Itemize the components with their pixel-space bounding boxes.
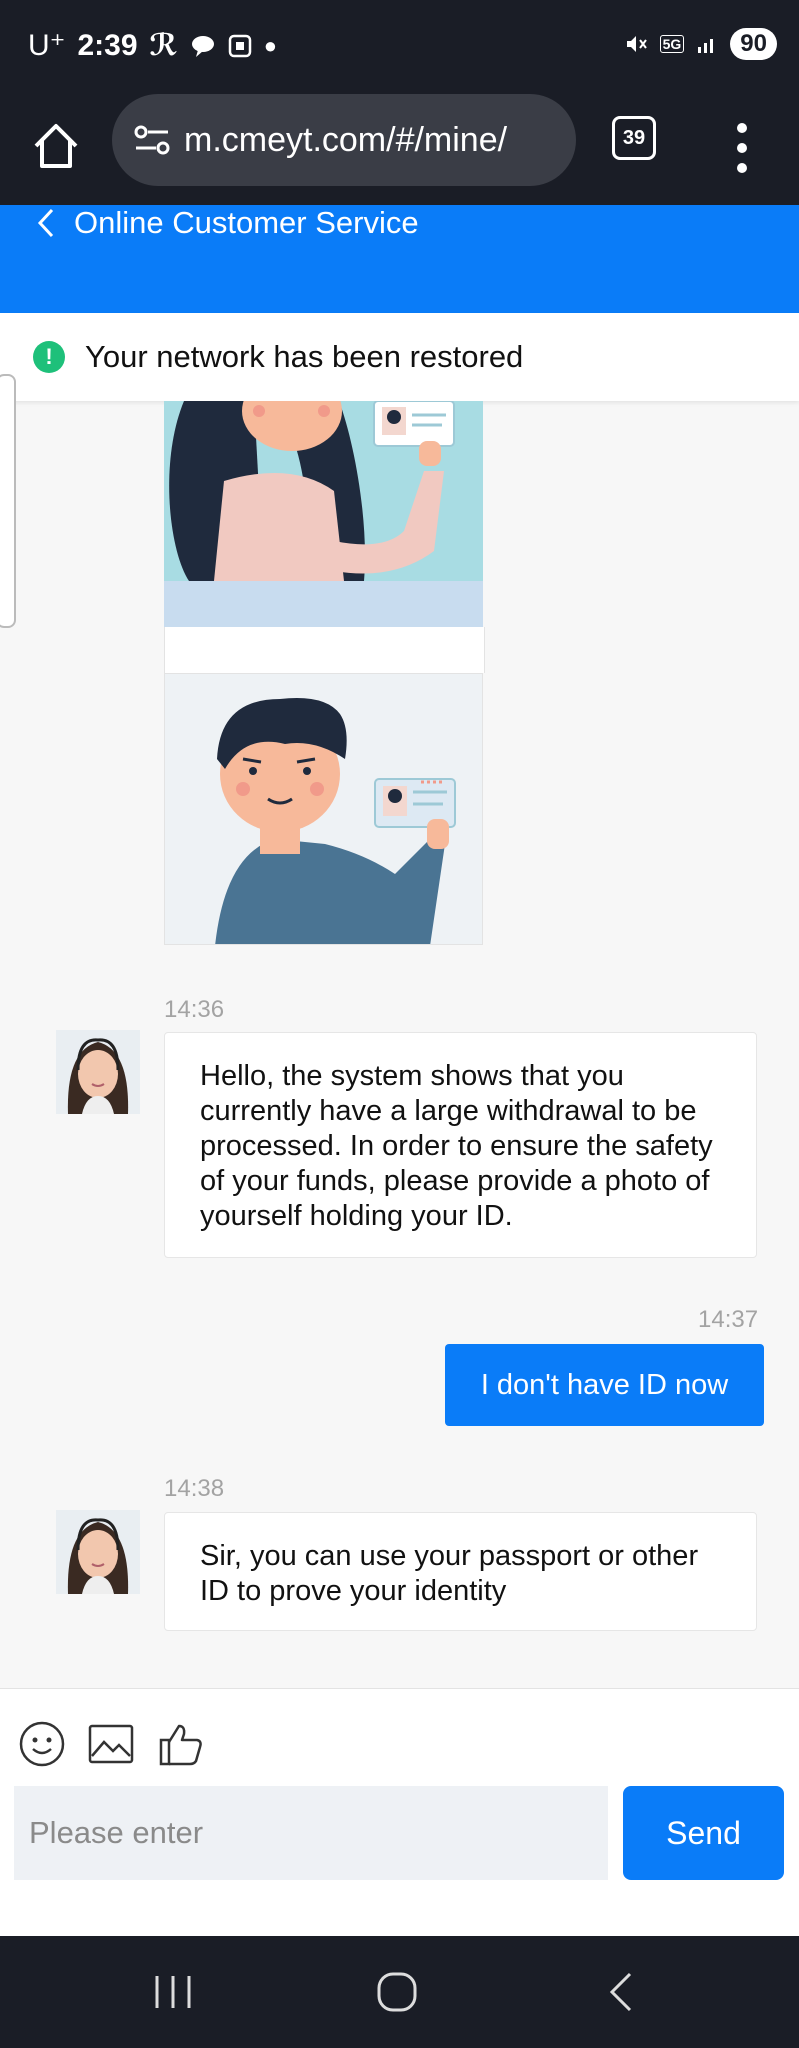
incoming-message-bubble: Sir, you can use your passport or other …: [164, 1512, 757, 1631]
man-illustration: [165, 674, 482, 944]
image-icon[interactable]: [87, 1720, 135, 1768]
status-right: 5G 90: [624, 28, 777, 60]
app-header: Online Customer Service: [0, 205, 799, 313]
recent-apps-icon[interactable]: [143, 1966, 203, 2018]
more-menu-icon[interactable]: [730, 118, 754, 178]
message-text: I don't have ID now: [480, 1368, 729, 1401]
tab-switcher-button[interactable]: 39: [612, 116, 656, 160]
image-caption-band: [164, 581, 483, 627]
message-text: Hello, the system shows that you current…: [200, 1060, 713, 1232]
smiley-icon[interactable]: [18, 1720, 66, 1768]
status-bar: U⁺ 2:39 ℛ ● 5G 90: [0, 0, 799, 100]
back-nav-icon[interactable]: [592, 1966, 652, 2018]
notification-icon: ℛ: [149, 29, 178, 62]
signal-icon: [698, 39, 714, 53]
message-timestamp: 14:37: [698, 1306, 759, 1333]
side-panel-handle[interactable]: [0, 374, 16, 628]
url-text: m.cmeyt.com/#/mine/: [184, 120, 508, 159]
success-icon: !: [33, 341, 65, 373]
browser-toolbar: m.cmeyt.com/#/mine/ 39: [0, 94, 799, 205]
image-spacer: [164, 627, 485, 673]
battery-level: 90: [730, 28, 777, 60]
clock: 2:39: [77, 28, 138, 62]
status-left: U⁺ 2:39 ℛ ●: [28, 28, 277, 63]
screenshot-icon: [228, 34, 251, 57]
message-text: Sir, you can use your passport or other …: [200, 1540, 699, 1607]
agent-portrait-icon: [56, 1510, 140, 1594]
network-banner-text: Your network has been restored: [85, 339, 524, 374]
carrier-label: U⁺: [28, 29, 66, 62]
incoming-message-bubble: Hello, the system shows that you current…: [164, 1032, 757, 1258]
network-restored-banner: ! Your network has been restored: [0, 313, 799, 401]
agent-portrait-icon: [56, 1030, 140, 1114]
chat-image-man-holding-id[interactable]: [164, 673, 483, 945]
home-icon[interactable]: [28, 118, 84, 174]
thumbs-up-icon[interactable]: [157, 1720, 205, 1768]
url-bar[interactable]: m.cmeyt.com/#/mine/: [112, 94, 576, 186]
agent-avatar: [56, 1510, 140, 1594]
agent-avatar: [56, 1030, 140, 1114]
home-nav-icon[interactable]: [367, 1966, 427, 2018]
send-button[interactable]: Send: [623, 1786, 784, 1880]
page-title: Online Customer Service: [74, 205, 419, 240]
dot-indicator: ●: [263, 32, 277, 58]
message-input[interactable]: [14, 1786, 608, 1880]
message-timestamp: 14:38: [164, 1475, 225, 1502]
message-timestamp: 14:36: [164, 996, 225, 1023]
back-button[interactable]: Online Customer Service: [36, 205, 419, 241]
system-navigation-bar: [0, 1936, 799, 2048]
chat-notification-icon: [191, 35, 214, 57]
network-type: 5G: [659, 35, 685, 53]
mute-icon: [626, 36, 647, 52]
chevron-left-icon: [37, 208, 54, 238]
outgoing-message-bubble: I don't have ID now: [445, 1344, 764, 1426]
site-settings-icon[interactable]: [132, 120, 172, 160]
